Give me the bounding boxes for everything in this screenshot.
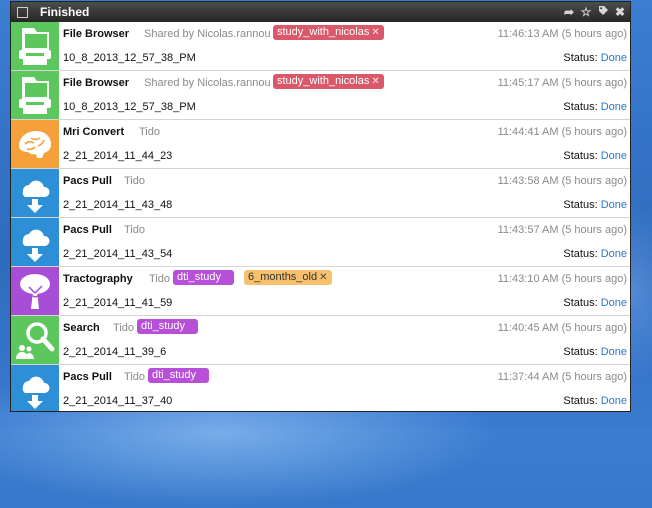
tag-icon[interactable] <box>597 5 609 19</box>
shared-by: Shared by Nicolas.rannou <box>144 28 271 40</box>
cloud-download-icon <box>11 365 59 411</box>
status-label: Status: <box>563 346 598 358</box>
status: Status: Done <box>563 297 627 309</box>
status-label: Status: <box>563 395 598 407</box>
status-done-link[interactable]: Done <box>601 199 627 211</box>
tag-label: dti_study <box>177 271 222 283</box>
panel-title: Finished <box>40 5 90 19</box>
status-label: Status: <box>563 199 598 211</box>
plugin-name[interactable]: Tractography <box>63 273 133 285</box>
job-id: 2_21_2014_11_43_54 <box>63 248 173 260</box>
plugin-name[interactable]: File Browser <box>63 77 129 89</box>
share-icon[interactable]: ➦ <box>563 5 575 19</box>
status: Status: Done <box>563 248 627 260</box>
status: Status: Done <box>563 101 627 113</box>
feed-row[interactable]: File Browser Shared by Nicolas.rannou st… <box>11 71 630 120</box>
timestamp: 11:40:45 AM (5 hours ago) <box>497 322 627 334</box>
remove-tag-icon[interactable]: ✕ <box>319 272 327 283</box>
tag-badge[interactable]: dti_study <box>137 319 199 334</box>
timestamp: 11:43:58 AM (5 hours ago) <box>497 175 627 187</box>
job-id: 2_21_2014_11_39_6 <box>63 346 167 358</box>
status-label: Status: <box>563 248 598 260</box>
status: Status: Done <box>563 150 627 162</box>
tag-badge[interactable]: dti_study <box>148 368 210 383</box>
cloud-download-icon <box>11 169 59 217</box>
status-done-link[interactable]: Done <box>601 248 627 260</box>
tag-label: 6_months_old <box>248 271 318 283</box>
status: Status: Done <box>563 199 627 211</box>
remove-tag-icon[interactable]: ✕ <box>371 27 379 38</box>
panel-header: Finished ➦ ☆ ✖ <box>11 2 630 22</box>
star-icon[interactable]: ☆ <box>580 5 592 19</box>
tag-label: dti_study <box>152 369 197 381</box>
select-all-checkbox[interactable] <box>17 6 28 18</box>
timestamp: 11:45:17 AM (5 hours ago) <box>497 77 627 89</box>
close-icon[interactable]: ✖ <box>614 5 626 19</box>
plugin-name[interactable]: Pacs Pull <box>63 371 112 383</box>
folder-printer-icon <box>11 71 59 119</box>
tag-label: study_with_nicolas <box>277 26 370 38</box>
tag-badge[interactable]: study_with_nicolas ✕ <box>273 25 384 40</box>
feed-row[interactable]: Pacs Pull Tido dti_study 11:37:44 AM (5 … <box>11 365 630 411</box>
plugin-name[interactable]: Pacs Pull <box>63 224 112 236</box>
job-id: 10_8_2013_12_57_38_PM <box>63 52 196 64</box>
feed-row[interactable]: Search Tido dti_study 11:40:45 AM (5 hou… <box>11 316 630 365</box>
status-done-link[interactable]: Done <box>601 150 627 162</box>
shared-by: Tido <box>149 273 170 285</box>
tag-label: dti_study <box>141 320 186 332</box>
tag-badge[interactable]: study_with_nicolas ✕ <box>273 74 384 89</box>
search-users-icon <box>11 316 59 364</box>
shared-by: Shared by Nicolas.rannou <box>144 77 271 89</box>
job-id: 10_8_2013_12_57_38_PM <box>63 101 196 113</box>
status-label: Status: <box>563 297 598 309</box>
tag-badge[interactable]: dti_study <box>173 270 235 285</box>
status-done-link[interactable]: Done <box>601 346 627 358</box>
shared-by: Tido <box>113 322 134 334</box>
plugin-name[interactable]: Pacs Pull <box>63 175 112 187</box>
timestamp: 11:46:13 AM (5 hours ago) <box>497 28 627 40</box>
job-id: 2_21_2014_11_37_40 <box>63 395 173 407</box>
tag-badge[interactable]: 6_months_old ✕ <box>244 270 332 285</box>
job-id: 2_21_2014_11_44_23 <box>63 150 173 162</box>
timestamp: 11:37:44 AM (5 hours ago) <box>497 371 627 383</box>
feed-row[interactable]: Pacs Pull Tido 11:43:57 AM (5 hours ago)… <box>11 218 630 267</box>
folder-printer-icon <box>11 22 59 70</box>
finished-panel: Finished ➦ ☆ ✖ File Browser Shared by Ni… <box>10 1 631 412</box>
tag-label: study_with_nicolas <box>277 75 370 87</box>
tree-icon <box>11 267 59 315</box>
job-id: 2_21_2014_11_41_59 <box>63 297 173 309</box>
plugin-name[interactable]: File Browser <box>63 28 129 40</box>
status-done-link[interactable]: Done <box>601 101 627 113</box>
status-label: Status: <box>563 150 598 162</box>
brain-icon <box>11 120 59 168</box>
status: Status: Done <box>563 346 627 358</box>
shared-by: Tido <box>124 175 145 187</box>
timestamp: 11:43:57 AM (5 hours ago) <box>497 224 627 236</box>
feed-row[interactable]: Pacs Pull Tido 11:43:58 AM (5 hours ago)… <box>11 169 630 218</box>
status-label: Status: <box>563 52 598 64</box>
shared-by: Tido <box>124 224 145 236</box>
status-label: Status: <box>563 101 598 113</box>
plugin-name[interactable]: Search <box>63 322 100 334</box>
feed-row[interactable]: File Browser Shared by Nicolas.rannou st… <box>11 22 630 71</box>
shared-by: Tido <box>124 371 145 383</box>
status: Status: Done <box>563 52 627 64</box>
feed-row[interactable]: Mri Convert Tido 11:44:41 AM (5 hours ag… <box>11 120 630 169</box>
remove-tag-icon[interactable]: ✕ <box>371 76 379 87</box>
status-done-link[interactable]: Done <box>601 395 627 407</box>
timestamp: 11:44:41 AM (5 hours ago) <box>497 126 627 138</box>
job-id: 2_21_2014_11_43_48 <box>63 199 173 211</box>
shared-by: Tido <box>139 126 160 138</box>
feed-row[interactable]: Tractography Tido dti_study 6_months_old… <box>11 267 630 316</box>
plugin-name[interactable]: Mri Convert <box>63 126 124 138</box>
cloud-download-icon <box>11 218 59 266</box>
status: Status: Done <box>563 395 627 407</box>
status-done-link[interactable]: Done <box>601 52 627 64</box>
status-done-link[interactable]: Done <box>601 297 627 309</box>
timestamp: 11:43:10 AM (5 hours ago) <box>497 273 627 285</box>
